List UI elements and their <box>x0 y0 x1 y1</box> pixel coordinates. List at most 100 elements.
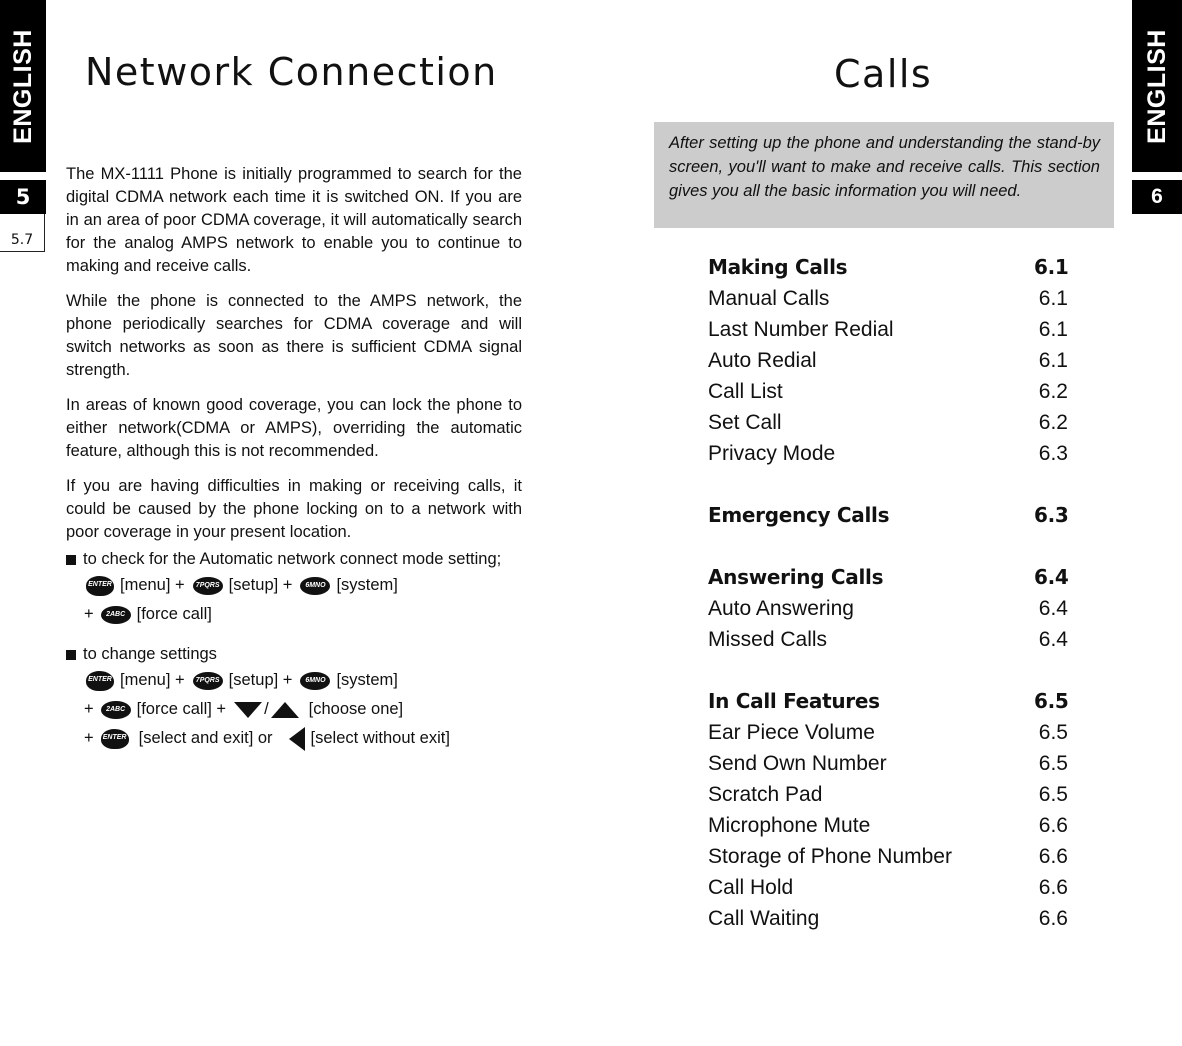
toc-item[interactable]: Privacy Mode 6.3 <box>708 438 1068 469</box>
page-title-right: Calls <box>834 52 933 96</box>
toc-item-label: Auto Redial <box>708 349 817 372</box>
key-sequence-line: ENTER [menu] + 7PQRS [setup] + 6MNO [sys… <box>66 571 522 600</box>
toc-item-number: 6.5 <box>1038 783 1068 806</box>
chapter-number-right: 6 <box>1132 180 1182 214</box>
bullet-square-icon <box>66 650 76 660</box>
toc-item[interactable]: Ear Piece Volume 6.5 <box>708 717 1068 748</box>
key-6-icon: 6MNO <box>300 576 331 595</box>
key-label: [setup] + <box>228 576 293 594</box>
slash: / <box>264 700 269 718</box>
key-7-icon: 7PQRS <box>192 576 223 595</box>
toc-item-number: 6.6 <box>1038 814 1068 837</box>
key-6-icon: 6MNO <box>300 671 331 690</box>
toc-item[interactable]: Storage of Phone Number 6.6 <box>708 841 1068 872</box>
language-tab-right: ENGLISH <box>1132 0 1182 172</box>
toc-item-label: Auto Answering <box>708 597 854 620</box>
toc-heading-label: Making Calls <box>708 255 848 279</box>
toc-item-label: Microphone Mute <box>708 814 871 837</box>
bullet-check-mode: to check for the Automatic network conne… <box>66 548 522 571</box>
key-label: [menu] + <box>120 576 185 594</box>
key-label: [system] <box>336 671 398 689</box>
bullet-text: to check for the Automatic network conne… <box>83 550 502 568</box>
toc-heading-number: 6.1 <box>1034 255 1069 279</box>
key-sequence-line: + ENTER [select and exit] or [select wit… <box>66 724 522 753</box>
toc-heading[interactable]: In Call Features 6.5 <box>708 686 1069 717</box>
toc-item-label: Scratch Pad <box>708 783 823 806</box>
toc-item[interactable]: Microphone Mute 6.6 <box>708 810 1068 841</box>
key-label: [force call] + <box>136 700 227 718</box>
key-label: [setup] + <box>228 671 293 689</box>
toc-item-label: Missed Calls <box>708 628 828 651</box>
language-tab-left: ENGLISH <box>0 0 46 172</box>
key-2-icon: 2ABC <box>100 605 131 624</box>
chapter-number-left: 5 <box>0 180 46 214</box>
toc-item[interactable]: Send Own Number 6.5 <box>708 748 1068 779</box>
toc-item-label: Set Call <box>708 411 782 434</box>
up-arrow-key-icon <box>270 701 299 718</box>
toc-item-number: 6.2 <box>1038 380 1068 403</box>
toc-item[interactable]: Call Hold 6.6 <box>708 872 1068 903</box>
toc-heading-label: Answering Calls <box>708 565 884 589</box>
plus-sign: + <box>84 605 94 623</box>
key-label: [select without exit] <box>310 729 450 747</box>
enter-key-icon: ENTER <box>86 575 114 596</box>
language-label: ENGLISH <box>8 28 37 144</box>
toc-item[interactable]: Call List 6.2 <box>708 376 1068 407</box>
enter-key-icon: ENTER <box>86 670 114 691</box>
key-label: [select and exit] or <box>138 729 273 747</box>
toc-item[interactable]: Set Call 6.2 <box>708 407 1068 438</box>
language-label: ENGLISH <box>1142 28 1171 144</box>
paragraph: The MX-1111 Phone is initially programme… <box>66 165 522 275</box>
toc-item[interactable]: Last Number Redial 6.1 <box>708 314 1068 345</box>
toc-heading[interactable]: Answering Calls 6.4 <box>708 562 1069 593</box>
paragraph: In areas of known good coverage, you can… <box>66 396 522 460</box>
calls-intro-box: After setting up the phone and understan… <box>654 122 1114 228</box>
key-7-icon: 7PQRS <box>192 671 223 690</box>
toc-item-label: Call List <box>708 380 783 403</box>
key-label: [menu] + <box>120 671 185 689</box>
bullet-text: to change settings <box>83 645 217 663</box>
toc-item[interactable]: Call Waiting 6.6 <box>708 903 1068 934</box>
key-label: [force call] <box>136 605 212 623</box>
key-label: [choose one] <box>308 700 404 718</box>
enter-key-icon: ENTER <box>100 728 129 749</box>
clear-key-icon <box>288 726 305 751</box>
key-2-icon: 2ABC <box>100 700 131 719</box>
toc-heading-number: 6.4 <box>1034 565 1069 589</box>
paragraph: If you are having difficulties in making… <box>66 477 522 541</box>
plus-sign: + <box>84 729 94 747</box>
toc-item[interactable]: Manual Calls 6.1 <box>708 283 1068 314</box>
plus-sign: + <box>84 700 94 718</box>
toc-item-number: 6.1 <box>1038 349 1068 372</box>
toc-item-number: 6.5 <box>1038 721 1068 744</box>
toc-heading-label: In Call Features <box>708 689 880 713</box>
toc-item-number: 6.6 <box>1038 876 1068 899</box>
toc-item-label: Manual Calls <box>708 287 830 310</box>
toc-item[interactable]: Missed Calls 6.4 <box>708 624 1068 655</box>
toc-heading[interactable]: Emergency Calls 6.3 <box>708 500 1069 531</box>
page-title-left: Network Connection <box>85 50 498 94</box>
toc-item[interactable]: Auto Answering 6.4 <box>708 593 1068 624</box>
toc-item-number: 6.4 <box>1038 628 1068 651</box>
key-sequence-line: + 2ABC [force call] + / [choose one] <box>66 695 522 724</box>
paragraph: While the phone is connected to the AMPS… <box>66 292 522 379</box>
toc-item[interactable]: Auto Redial 6.1 <box>708 345 1068 376</box>
toc-item-number: 6.6 <box>1038 907 1068 930</box>
toc-item[interactable]: Scratch Pad 6.5 <box>708 779 1068 810</box>
toc-item-number: 6.1 <box>1038 287 1068 310</box>
down-arrow-key-icon <box>234 701 263 718</box>
network-connection-body: The MX-1111 Phone is initially programme… <box>66 163 522 753</box>
toc-item-label: Call Hold <box>708 876 794 899</box>
toc-item-number: 6.6 <box>1038 845 1068 868</box>
toc-heading-number: 6.3 <box>1034 503 1069 527</box>
toc-heading-number: 6.5 <box>1034 689 1069 713</box>
bullet-change-settings: to change settings <box>66 643 522 666</box>
toc-item-label: Last Number Redial <box>708 318 894 341</box>
toc-item-label: Storage of Phone Number <box>708 845 952 868</box>
toc-item-label: Send Own Number <box>708 752 887 775</box>
toc-item-number: 6.1 <box>1038 318 1068 341</box>
toc-item-label: Ear Piece Volume <box>708 721 875 744</box>
toc-item-label: Privacy Mode <box>708 442 836 465</box>
bullet-square-icon <box>66 555 76 565</box>
toc-heading[interactable]: Making Calls 6.1 <box>708 252 1069 283</box>
